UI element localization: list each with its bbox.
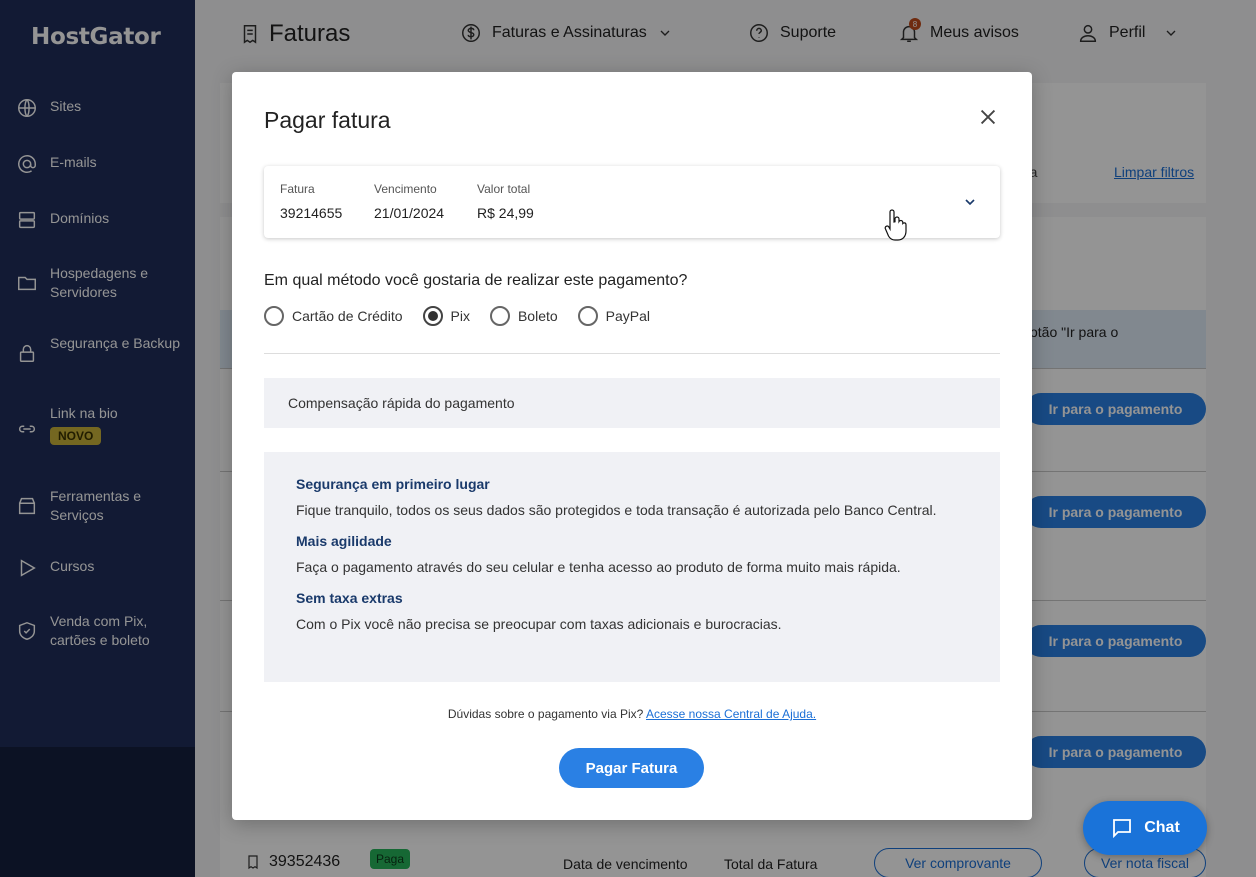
invoice-total-label: Valor total	[477, 182, 531, 196]
invoice-due-label: Vencimento	[374, 182, 437, 196]
modal-title: Pagar fatura	[264, 107, 391, 133]
invoice-due-value: 21/01/2024	[374, 205, 445, 221]
chevron-down-icon[interactable]	[962, 194, 978, 210]
hand-cursor-icon	[884, 209, 907, 241]
invoice-number-value: 39214655	[280, 205, 343, 221]
invoice-total-field: Valor total R$ 24,99	[477, 182, 534, 221]
radio-label: PayPal	[605, 308, 651, 324]
help-center-link[interactable]: Acesse nossa Central de Ajuda.	[646, 707, 816, 721]
close-icon[interactable]	[977, 106, 999, 128]
payment-method-group: Cartão de Crédito Pix Boleto PayPal	[264, 306, 670, 326]
benefit-title: Sem taxa extras	[296, 590, 403, 606]
help-text: Dúvidas sobre o pagamento via Pix? Acess…	[232, 707, 1032, 721]
invoice-total-value: R$ 24,99	[477, 205, 534, 221]
radio-circle-checked[interactable]	[422, 306, 443, 326]
radio-label: Cartão de Crédito	[292, 308, 403, 324]
benefit-text: Com o Pix você não precisa se preocupar …	[296, 616, 782, 632]
chat-button[interactable]: Chat	[1083, 801, 1207, 855]
pay-invoice-modal: Pagar fatura Fatura 39214655 Vencimento …	[232, 72, 1032, 820]
pix-benefits: Segurança em primeiro lugar Fique tranqu…	[264, 452, 1000, 682]
payment-method-question: Em qual método você gostaria de realizar…	[264, 272, 688, 289]
radio-circle[interactable]	[489, 306, 510, 326]
benefit-title: Mais agilidade	[296, 533, 392, 549]
compensation-notice: Compensação rápida do pagamento	[264, 378, 1000, 428]
radio-pix[interactable]: Pix	[422, 306, 470, 326]
radio-circle[interactable]	[577, 306, 598, 326]
divider	[264, 353, 1000, 354]
radio-paypal[interactable]: PayPal	[577, 306, 651, 326]
help-question: Dúvidas sobre o pagamento via Pix?	[447, 707, 644, 721]
radio-label: Pix	[450, 308, 470, 324]
benefit-text: Fique tranquilo, todos os seus dados são…	[296, 502, 937, 518]
radio-label: Boleto	[517, 308, 558, 324]
chat-icon	[1113, 819, 1132, 839]
invoice-due-field: Vencimento 21/01/2024	[374, 182, 444, 221]
benefit-text: Faça o pagamento através do seu celular …	[296, 559, 901, 575]
invoice-number-label: Fatura	[280, 182, 315, 196]
pay-invoice-button[interactable]: Pagar Fatura	[559, 748, 704, 788]
radio-circle[interactable]	[264, 306, 284, 326]
invoice-number-field: Fatura 39214655	[280, 182, 342, 221]
chat-label: Chat	[1144, 819, 1180, 836]
radio-cartao-credito[interactable]: Cartão de Crédito	[264, 306, 403, 326]
benefit-title: Segurança em primeiro lugar	[296, 476, 490, 492]
radio-boleto[interactable]: Boleto	[489, 306, 558, 326]
